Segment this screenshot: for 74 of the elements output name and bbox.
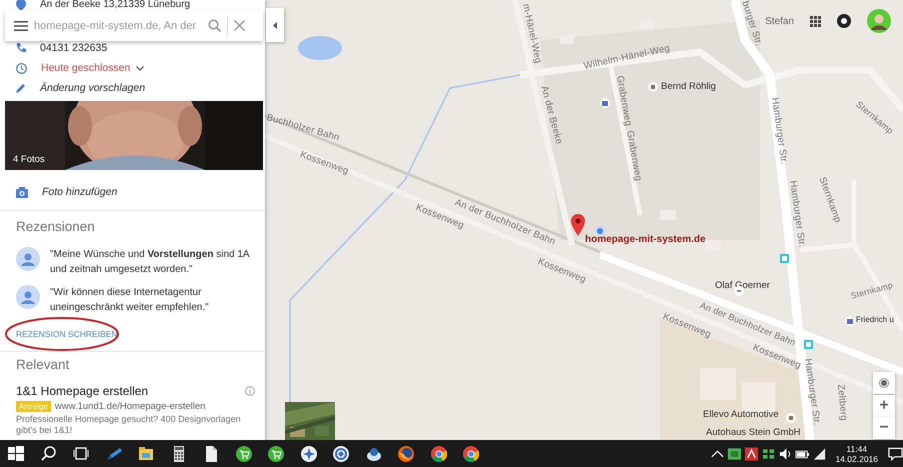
marker-label: homepage-mit-system.de <box>585 235 706 245</box>
tray-app-icon[interactable] <box>744 446 760 462</box>
my-location-button[interactable] <box>873 372 895 394</box>
user-name: Stefan <box>765 16 794 26</box>
close-icon <box>234 20 245 31</box>
crosshair-icon <box>879 378 889 388</box>
folder-icon[interactable] <box>138 446 154 462</box>
review-text: "Wir können diese Internetagentur uneingeschränkt weiter empfehlen." <box>50 286 210 315</box>
phone-icon <box>16 43 26 53</box>
avatar-icon <box>16 247 40 271</box>
pond <box>298 36 342 60</box>
map-pin-icon <box>571 214 585 236</box>
shop-icon <box>600 98 610 108</box>
chevron-down-icon <box>136 66 144 70</box>
zoom-out-button[interactable]: − <box>873 417 895 439</box>
place-label: Friedrich u <box>856 316 894 324</box>
suggest-edit-link[interactable]: Änderung vorschlagen <box>40 82 146 94</box>
pencil-icon <box>16 83 26 93</box>
street-label: Grabenweg <box>624 130 643 182</box>
bus-stop-icon <box>804 340 813 349</box>
clock-icon <box>16 62 27 74</box>
section-heading: Relevant <box>15 356 70 374</box>
street-label: Zeltberg <box>836 384 848 422</box>
ring-icon[interactable] <box>333 446 350 462</box>
task-view-icon[interactable] <box>73 446 90 462</box>
address-text: An der Beeke 13,21339 Lüneburg <box>40 0 190 10</box>
chrome-icon[interactable] <box>463 446 480 462</box>
street-label: Hamburger Str. <box>788 180 806 248</box>
ad-title[interactable]: 1&1 Homepage erstellen <box>16 384 148 398</box>
review-text: "Meine Wünsche und Vorstellungen sind 1A und zeitnah umgesetzt worden." <box>50 248 250 277</box>
ad-url: www.1und1.de/Homepage-erstellen <box>54 401 206 412</box>
start-icon[interactable] <box>8 446 24 462</box>
place-label: Ellevo Automotive <box>703 410 779 420</box>
street-label: An der Beeke <box>538 85 564 146</box>
place-label: Autohaus Stein GmbH <box>706 428 801 438</box>
section-heading: Rezensionen <box>15 218 96 236</box>
search-icon <box>208 19 221 32</box>
bus-stop-icon <box>780 254 789 263</box>
street-label: burger Str. <box>740 0 764 48</box>
place-dot-icon <box>648 82 658 92</box>
street-label: Hamburger Str. <box>770 97 788 165</box>
camera-icon <box>16 186 28 198</box>
tray-app-icon[interactable] <box>727 446 742 462</box>
collapse-panel-button[interactable] <box>266 8 284 42</box>
photo-count[interactable]: 4 Fotos <box>13 154 45 165</box>
shop-icon <box>845 316 855 326</box>
avatar-icon <box>16 285 40 309</box>
place-label: Bernd Röhlig <box>661 82 716 92</box>
cart-icon[interactable] <box>236 446 252 462</box>
apps-grid-icon[interactable] <box>810 16 821 26</box>
clock-time[interactable]: 11:44 <box>846 444 868 454</box>
ad-badge: Anzeige <box>16 401 51 412</box>
pen-icon[interactable] <box>106 446 122 462</box>
street-label: Grabenweg <box>614 75 633 127</box>
document-icon[interactable] <box>203 446 220 462</box>
clock-date[interactable]: 14.02.2016 <box>835 454 878 464</box>
zoom-in-button[interactable]: + <box>873 395 895 417</box>
place-dot-icon <box>786 413 796 423</box>
cart-icon[interactable] <box>268 446 284 462</box>
notification-center-icon[interactable] <box>888 446 903 462</box>
opening-hours-dropdown[interactable]: Heute geschlossen <box>41 62 144 74</box>
compass-icon[interactable] <box>300 446 317 462</box>
search-icon[interactable] <box>40 446 57 462</box>
info-icon <box>245 386 255 396</box>
ad-description: Professionelle Homepage gesucht? 400 Designvorlagen gibt's bei 1&1! <box>16 414 242 436</box>
notification-icon[interactable] <box>837 14 851 28</box>
location-dot-icon <box>595 226 605 236</box>
caret-left-icon <box>273 22 277 28</box>
menu-icon[interactable] <box>14 20 28 30</box>
street-label: Hamburger Str. <box>802 358 822 426</box>
add-photo-link[interactable]: Foto hinzufügen <box>42 186 118 198</box>
avatar-icon[interactable] <box>867 9 891 33</box>
chrome-icon[interactable] <box>430 446 447 462</box>
phone-number: 04131 232635 <box>40 42 108 54</box>
